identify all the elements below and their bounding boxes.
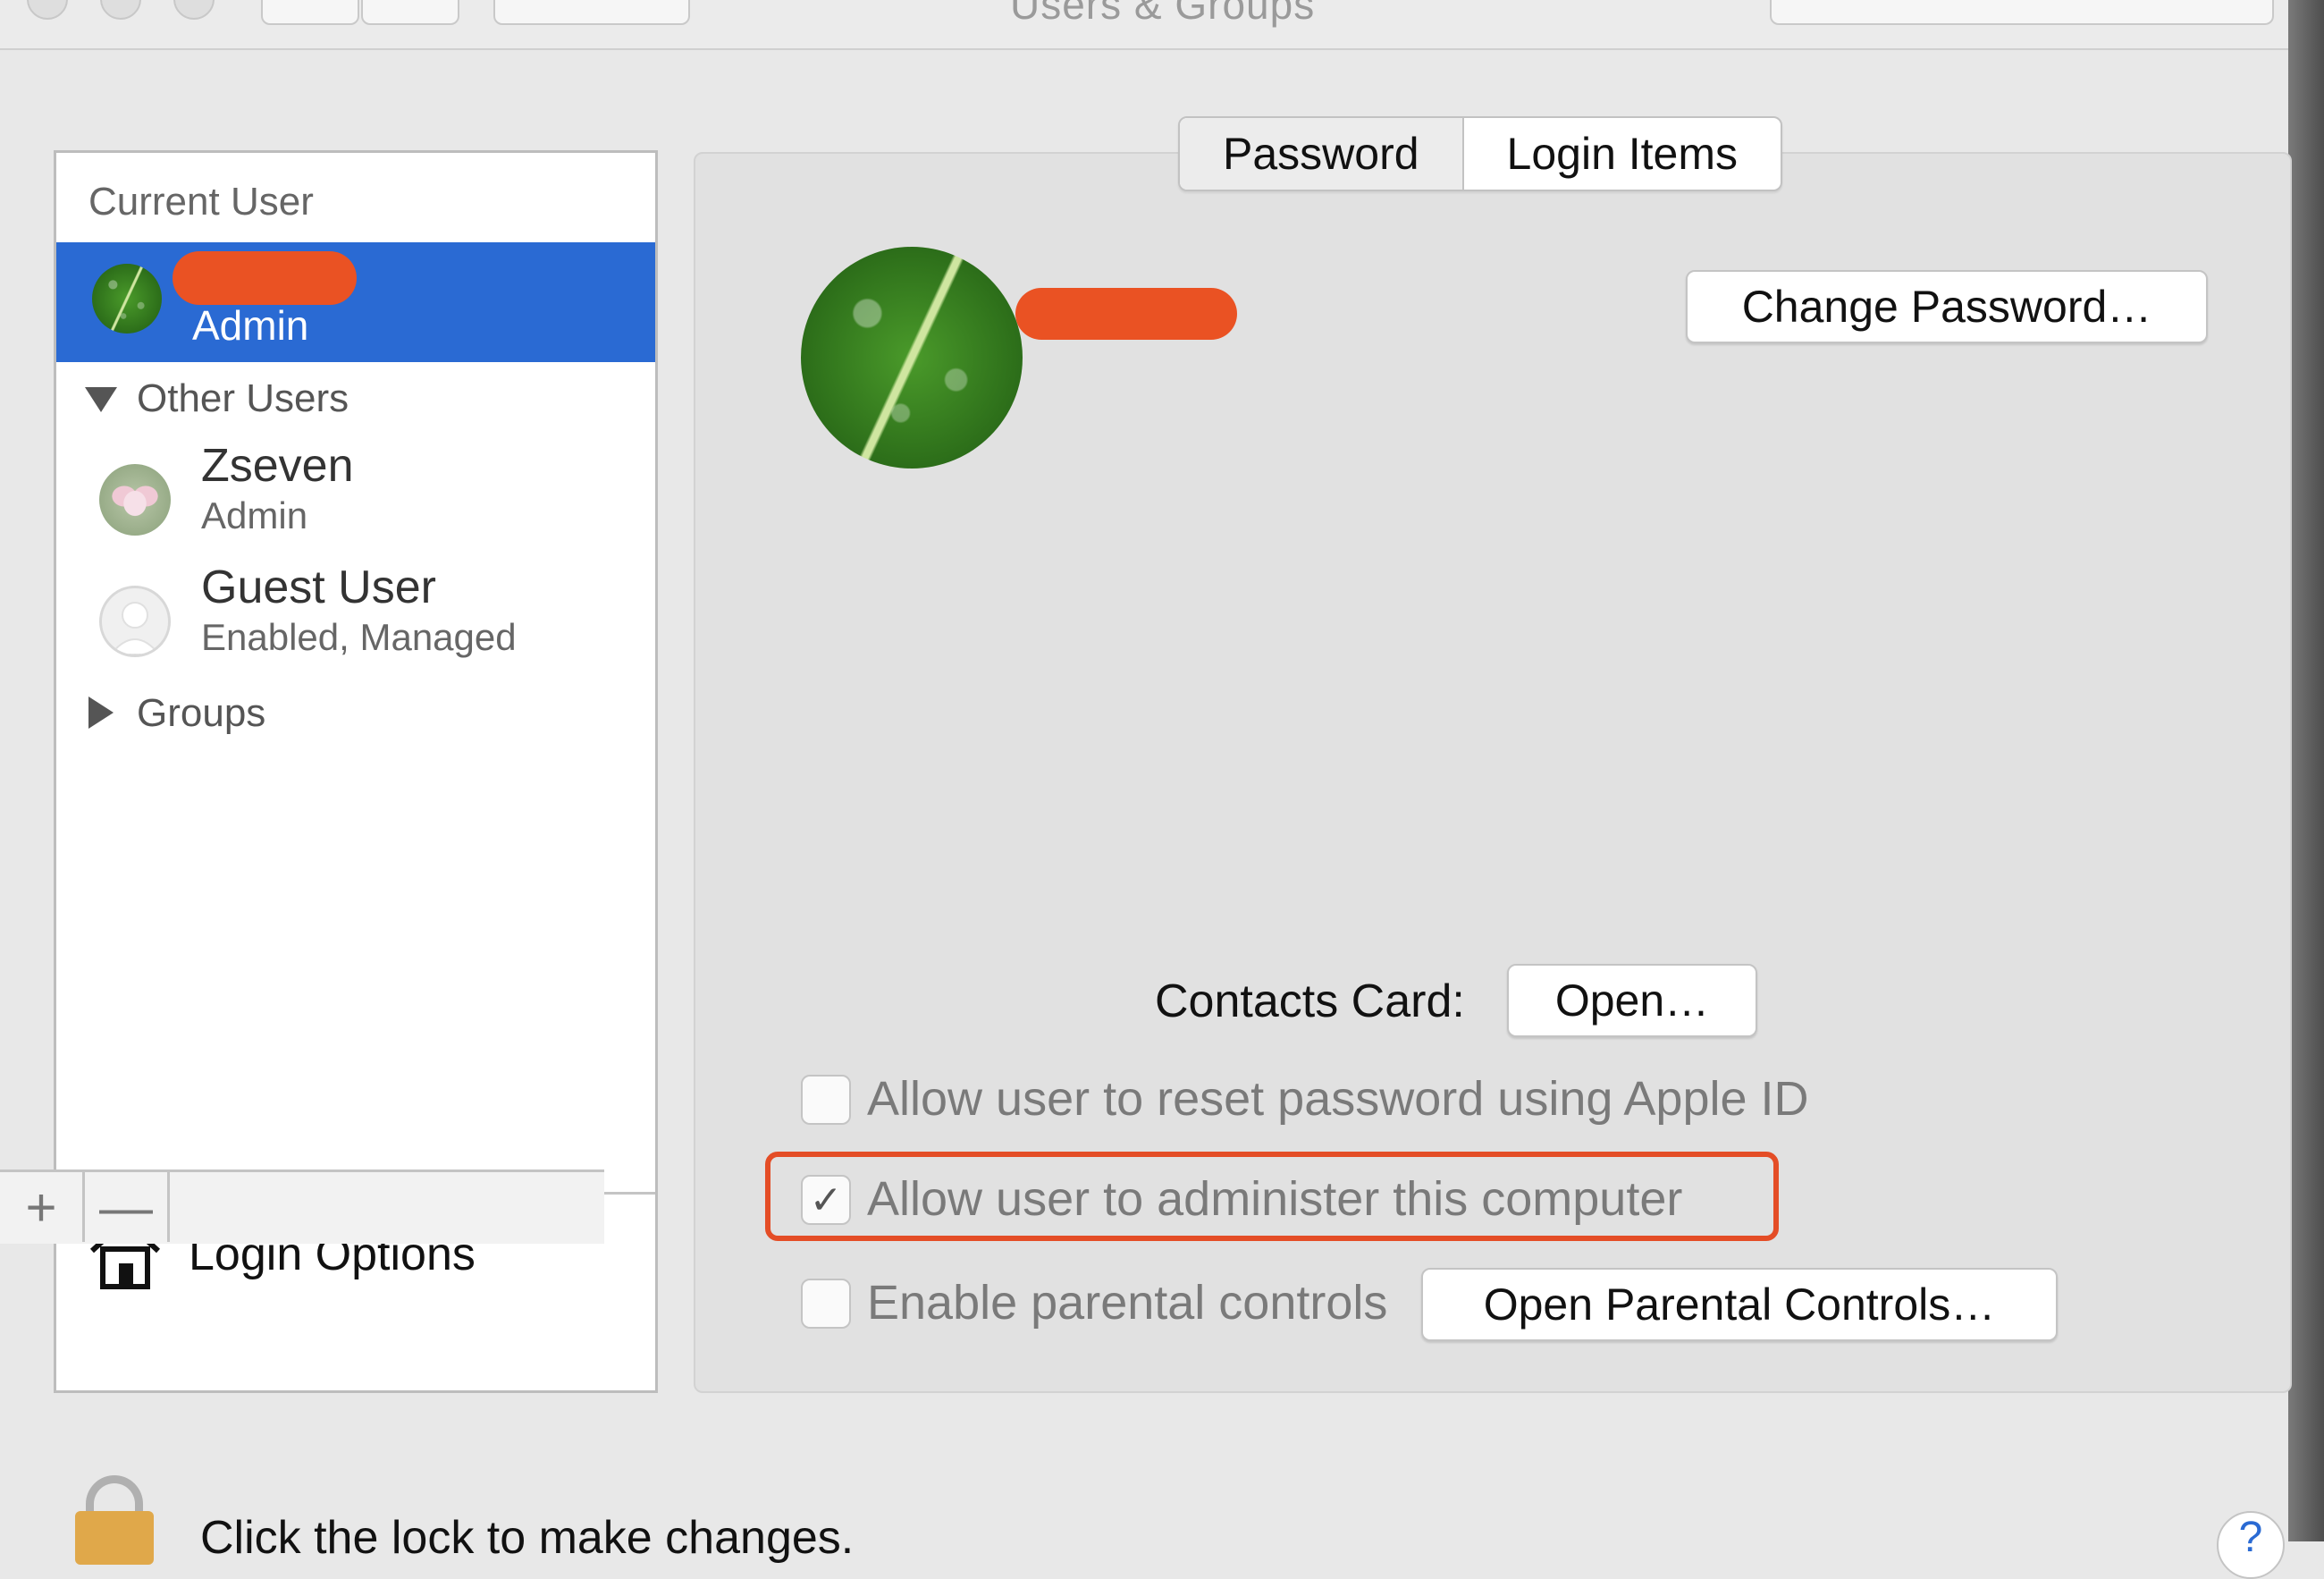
remove-user-button[interactable]: —: [85, 1172, 170, 1242]
open-contacts-card-button[interactable]: Open…: [1507, 964, 1757, 1037]
other-users-header: Other Users: [137, 376, 349, 420]
lock-instructions: Click the lock to make changes.: [200, 1512, 855, 1564]
open-parental-controls-button[interactable]: Open Parental Controls…: [1421, 1268, 2058, 1341]
help-button[interactable]: ?: [2217, 1511, 2285, 1579]
window-edge: [2288, 0, 2324, 1541]
current-user-role: Admin: [192, 302, 309, 349]
allow-administer-label: Allow user to administer this computer: [867, 1172, 1683, 1226]
allow-reset-apple-id-label: Allow user to reset password using Apple…: [867, 1072, 1809, 1126]
show-all-button[interactable]: [493, 0, 690, 25]
groups-disclosure-icon[interactable]: [88, 697, 114, 729]
close-window-icon[interactable]: [27, 0, 68, 20]
sidebar-item-guest-user[interactable]: Guest User Enabled, Managed: [56, 561, 655, 677]
allow-administer-checkbox[interactable]: ✓: [801, 1175, 851, 1225]
enable-parental-controls-checkbox[interactable]: [801, 1279, 851, 1329]
change-password-button[interactable]: Change Password…: [1686, 270, 2208, 343]
sidebar-item-current-user[interactable]: Admin: [56, 242, 655, 362]
leaf-avatar-icon: [92, 264, 162, 334]
window-title: Users & Groups: [1010, 0, 1316, 28]
allow-reset-apple-id-checkbox[interactable]: [801, 1075, 851, 1125]
sidebar-item-zseven[interactable]: Zseven Admin: [56, 439, 655, 555]
enable-parental-controls-label: Enable parental controls: [867, 1276, 1388, 1330]
other-users-disclosure-icon[interactable]: [85, 387, 117, 412]
checkmark-icon: ✓: [809, 1178, 843, 1222]
lotus-avatar-icon: [99, 464, 171, 536]
lock-icon[interactable]: [75, 1511, 154, 1565]
tab-login-items[interactable]: Login Items: [1464, 118, 1781, 190]
back-button[interactable]: [261, 0, 359, 25]
contacts-card-label: Contacts Card:: [1155, 975, 1465, 1027]
add-user-button[interactable]: +: [0, 1172, 85, 1242]
user-name: Zseven: [201, 440, 354, 492]
minimize-window-icon[interactable]: [100, 0, 141, 20]
user-role: Enabled, Managed: [201, 616, 517, 658]
guest-avatar-icon: [99, 586, 171, 657]
tab-password[interactable]: Password: [1180, 118, 1464, 190]
user-role: Admin: [201, 494, 308, 536]
tab-bar: Password Login Items: [1178, 116, 1783, 191]
sidebar-add-remove-bar: + —: [0, 1169, 604, 1244]
leaf-user-picture[interactable]: [801, 247, 1023, 469]
redacted-username: [173, 251, 357, 305]
forward-button[interactable]: [361, 0, 459, 25]
search-field[interactable]: [1770, 0, 2274, 25]
user-name: Guest User: [201, 562, 436, 613]
redacted-full-name: [1015, 288, 1237, 340]
zoom-window-icon[interactable]: [173, 0, 215, 20]
title-bar: Users & Groups: [0, 0, 2288, 50]
groups-header: Groups: [137, 691, 266, 735]
current-user-header: Current User: [88, 180, 314, 224]
